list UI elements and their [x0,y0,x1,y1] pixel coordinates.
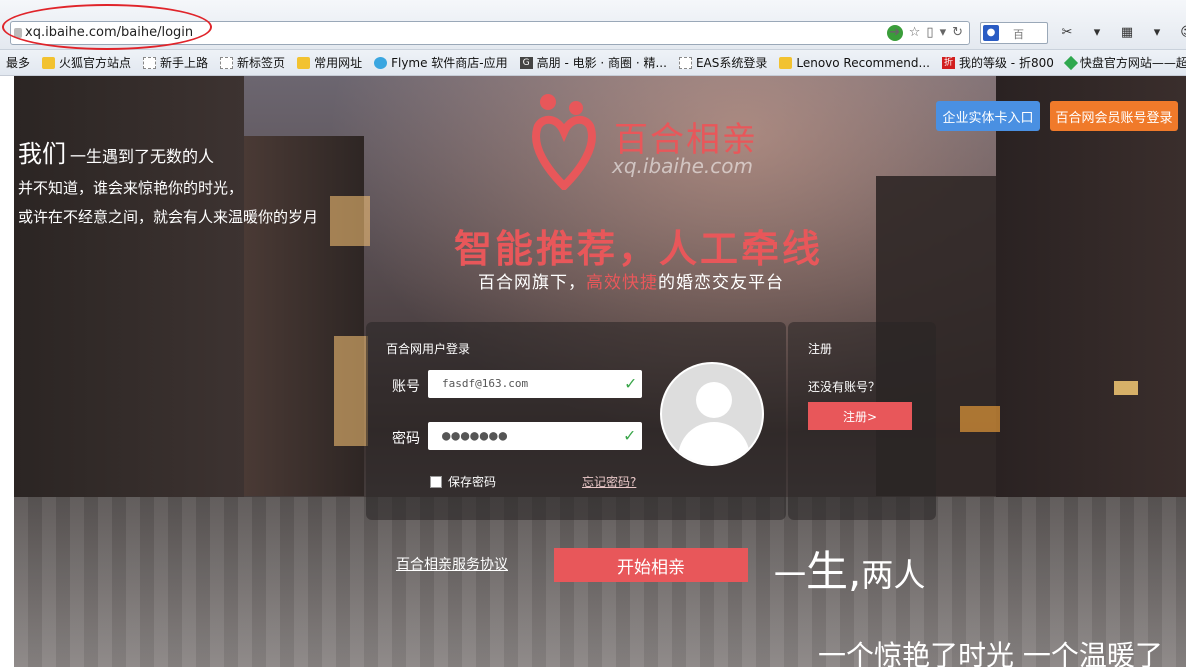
bookmark-label: 新标签页 [237,56,286,70]
phone-icon[interactable]: ▯ [926,25,933,41]
diamond-icon [1063,55,1078,70]
account-label: 账号 [392,379,420,395]
reload-icon[interactable]: ↻ [952,25,963,41]
background-building [996,76,1186,526]
poem-line3: 或许在不经意之间，就会有人来温暖你的岁月 [18,208,319,226]
tagline-two: 两人 [861,556,926,594]
register-button[interactable]: 注册> [808,402,912,430]
brand-domain: xq.ibaihe.com [612,154,754,178]
bookmark-label: 新手上路 [160,56,209,70]
page-icon [143,56,157,69]
bookmark-item[interactable]: 新标签页 [214,54,291,71]
star-icon[interactable]: ☆ [909,25,921,41]
register-panel: 注册 还没有账号？ 注册> [788,322,936,520]
avatar [660,362,764,466]
tagline-yi: 一 [774,556,807,594]
bookmark-label: Lenovo Recommend... [796,55,930,70]
bookmark-item[interactable]: Flyme 软件商店-应用 [368,54,514,71]
bookmark-label: EAS系统登录 [695,56,768,70]
bookmark-label: 高朋 - 电影 · 商圈 · 精... [536,56,667,70]
login-page: 我们 一生遇到了无数的人 并不知道，谁会来惊艳你的时光， 或许在不经意之间，就会有… [14,76,1186,667]
register-title: 注册 [808,342,833,356]
search-hint: 百 [1013,28,1024,41]
enterprise-card-entry-button[interactable]: 企业实体卡入口 [936,101,1040,131]
bookmark-item[interactable]: 新手上路 [137,54,214,71]
password-label: 密码 [392,431,420,447]
background-window [330,196,370,246]
g-icon: G [519,56,533,69]
remember-password-label[interactable]: 保存密码 [448,473,496,490]
tagline-time-warmth: 一个惊艳了时光 一个温暖了 [818,639,1163,667]
background-window [334,336,368,446]
bookmark-label: 我的等级 - 折800 [958,56,1054,70]
check-icon: ✓ [625,373,636,394]
poem-line2: 并不知道，谁会来惊艳你的时光， [18,179,244,197]
bookmark-item[interactable]: 常用网址 [291,54,368,71]
bookmark-item[interactable]: 火狐官方站点 [36,54,137,71]
bookmarks-bar: 最多 火狐官方站点 新手上路 新标签页 常用网址 Flyme 软件商店-应用 G 高朋 - 电… [0,50,1186,76]
poem-line1-big: 我们 [18,140,66,168]
go-arrow-icon[interactable]: ➜ [886,25,903,41]
login-title: 百合网用户登录 [386,342,471,356]
slogan: 智能推荐，人工牵线 [454,227,824,271]
tagline-comma: , [848,547,862,596]
bookmark-label: 常用网址 [314,56,363,70]
more-dropdown-icon[interactable]: ▾ [1146,23,1168,43]
bookmark-item[interactable]: 折我的等级 - 折800 [936,54,1060,71]
sub-slogan-highlight: 高效快捷 [586,273,658,293]
tagline-lifetime: 一生,两人 [774,538,925,599]
password-value: ●●●●●●● [442,428,509,444]
browser-toolbar: xq.ibaihe.com/baihe/login ➜ ☆ ▯ ▾ ↻ ● 百 … [0,0,1186,50]
background-window [960,406,1000,432]
login-panel: 百合网用户登录 账号 fasdf@163.com ✓ 密码 ●●●●●●● ✓ … [366,322,786,520]
remember-password-checkbox[interactable] [430,476,442,488]
page-icon [220,56,234,69]
check-icon: ✓ [624,425,636,446]
background-window [1114,381,1138,395]
sub-slogan-prefix: 百合网旗下， [478,273,586,293]
bookmark-label: Flyme 软件商店-应用 [391,56,508,70]
baihe-logo-icon [532,94,596,190]
sub-slogan-suffix: 的婚恋交友平台 [658,273,784,293]
search-box[interactable]: ● 百 [980,22,1048,44]
baihe-member-login-button[interactable]: 百合网会员账号登录 [1050,101,1178,131]
url-input[interactable]: xq.ibaihe.com/baihe/login ➜ ☆ ▯ ▾ ↻ [10,21,970,45]
bookmark-item[interactable]: 最多 [0,54,36,71]
sub-slogan: 百合网旗下，高效快捷的婚恋交友平台 [478,268,784,293]
poem-line1-small: 一生遇到了无数的人 [70,147,215,166]
dropdown-icon[interactable]: ▾ [940,25,947,41]
forgot-password-link[interactable]: 忘记密码? [582,473,636,490]
menu-dropdown-icon[interactable]: ▾ [1086,23,1108,43]
baidu-paw-icon: ● [983,25,999,41]
round-icon [374,56,388,69]
avatar-head [696,382,732,418]
avatar-body [678,422,750,464]
bookmark-label: 火狐官方站点 [59,56,132,70]
scissors-icon[interactable]: ✂ [1056,23,1078,43]
smiley-icon[interactable]: ☺ [1176,23,1186,43]
register-question: 还没有账号？ [808,380,881,394]
bookmark-item[interactable]: 快盘官方网站——超... [1060,54,1186,71]
password-input[interactable]: ●●●●●●● ✓ [428,422,642,450]
service-agreement-link[interactable]: 百合相亲服务协议 [396,554,508,574]
folder-icon [297,56,311,69]
apps-grid-icon[interactable]: ▦ [1116,23,1138,43]
bookmark-label: 快盘官方网站——超... [1079,56,1186,70]
tagline-sheng: 生 [806,547,849,596]
poem-text: 我们 一生遇到了无数的人 并不知道，谁会来惊艳你的时光， 或许在不经意之间，就会有… [18,134,318,227]
account-value: fasdf@163.com [442,377,529,390]
folder-icon [42,56,56,69]
bookmark-label: 最多 [6,56,31,70]
bookmark-item[interactable]: Lenovo Recommend... [773,56,936,70]
page-icon [678,56,692,69]
site-favicon-icon [14,28,22,38]
bookmark-item[interactable]: G 高朋 - 电影 · 商圈 · 精... [514,54,673,71]
zhe-icon: 折 [941,56,955,69]
url-text: xq.ibaihe.com/baihe/login [25,25,194,40]
bookmark-item[interactable]: EAS系统登录 [673,54,773,71]
account-input[interactable]: fasdf@163.com ✓ [428,370,642,398]
start-dating-button[interactable]: 开始相亲 [554,548,748,582]
folder-icon [779,56,793,69]
